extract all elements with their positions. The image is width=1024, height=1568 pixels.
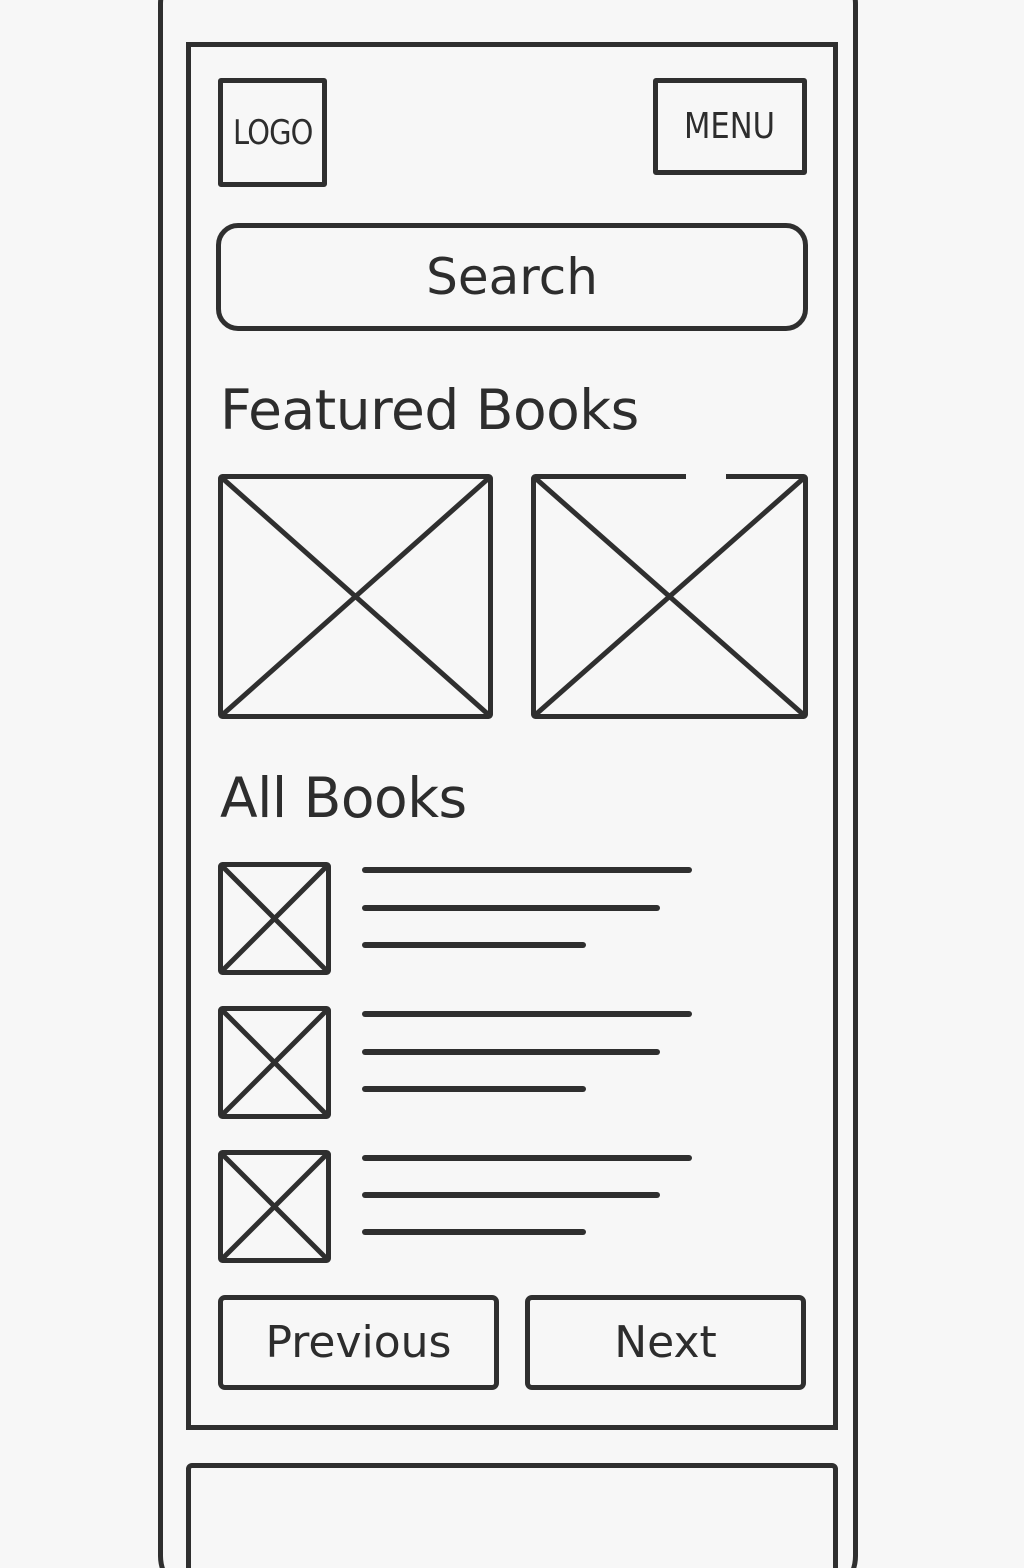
logo-text: LOGO — [232, 112, 313, 153]
book-thumbnail[interactable] — [218, 1006, 331, 1119]
next-button-label: Next — [614, 1317, 717, 1368]
book-text-line — [362, 1086, 586, 1092]
logo[interactable]: LOGO — [218, 78, 327, 187]
book-text-line — [362, 905, 660, 911]
wireframe-stage: LOGO MENU Search Featured Books All Book… — [0, 0, 1024, 1568]
book-text-line — [362, 1155, 692, 1161]
image-placeholder-icon — [218, 1006, 331, 1119]
book-text-line — [362, 1192, 660, 1198]
featured-book-card[interactable] — [531, 474, 808, 719]
book-thumbnail[interactable] — [218, 862, 331, 975]
image-placeholder-icon — [218, 862, 331, 975]
search-label: Search — [426, 248, 598, 306]
book-text-line — [362, 1229, 586, 1235]
featured-books-heading: Featured Books — [220, 378, 639, 442]
book-thumbnail[interactable] — [218, 1150, 331, 1263]
previous-button[interactable]: Previous — [218, 1295, 499, 1390]
image-placeholder-icon — [531, 474, 808, 719]
bottom-panel — [186, 1463, 838, 1568]
book-text-line — [362, 1011, 692, 1017]
next-button[interactable]: Next — [525, 1295, 806, 1390]
image-placeholder-icon — [218, 474, 493, 719]
menu-button[interactable]: MENU — [653, 78, 807, 175]
book-text-line — [362, 1049, 660, 1055]
featured-book-card[interactable] — [218, 474, 493, 719]
image-placeholder-icon — [218, 1150, 331, 1263]
previous-button-label: Previous — [265, 1317, 452, 1368]
book-text-line — [362, 942, 586, 948]
all-books-heading: All Books — [220, 766, 467, 830]
menu-button-label: MENU — [684, 106, 776, 147]
book-text-line — [362, 867, 692, 873]
search-input[interactable]: Search — [216, 223, 808, 331]
